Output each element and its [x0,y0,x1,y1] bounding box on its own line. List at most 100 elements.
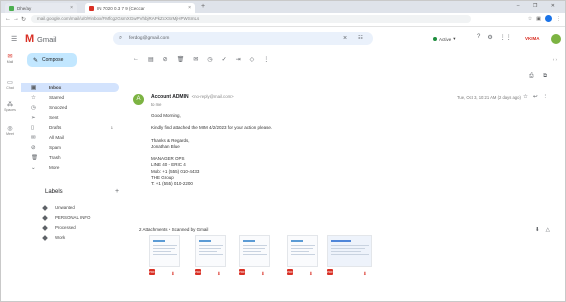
clear-search-icon[interactable]: × [343,35,347,42]
star-icon[interactable]: ☆ [523,94,533,100]
attachments-count: 2 Attachments [139,227,168,232]
snooze-icon[interactable]: ◷ [207,56,212,63]
account-avatar[interactable] [551,34,561,44]
browser-tab-2[interactable]: IN 7020 0.3 7 9 (Ceccar × [85,3,195,13]
move-to-icon[interactable]: ⇥ [236,56,241,63]
search-options-icon[interactable]: ☷ [358,35,363,41]
back-icon[interactable]: ← [5,16,11,22]
profile-icon[interactable] [545,15,552,22]
download-all-icon[interactable]: ⬇ [535,227,546,233]
more-options-icon[interactable]: ⋮ [263,56,269,63]
browser-tab-1[interactable]: Dhe/ay × [5,3,77,13]
attachment-card[interactable]: PDF ⬇ [327,235,372,281]
download-icon[interactable]: ⬇ [309,271,313,277]
sidebar-item-trash[interactable]: 🗑 Trash [21,153,119,162]
archive-icon[interactable]: ▤ [148,56,154,63]
rail-item-meet[interactable]: ◎ Meet [3,125,17,136]
star-icon: ☆ [31,94,36,101]
menu-icon[interactable]: ⋮ [556,16,561,22]
message-date: Tue, Oct 3, 10:21 AM (2 days ago) [457,95,521,100]
compose-button[interactable]: ✎ Compose [27,53,77,67]
meet-icon: ◎ [7,126,13,132]
sidebar-item-snoozed[interactable]: ◷ Snoozed [21,103,119,112]
sidebar-item-inbox[interactable]: ▣ Inbox [21,83,119,92]
extensions-icon[interactable]: ▣ [536,16,541,22]
label-item[interactable]: Work [21,233,119,242]
download-icon[interactable]: ⬇ [261,271,265,277]
window-controls[interactable]: – ❐ ✕ [517,3,561,9]
label-item[interactable]: Unwanted [21,203,119,212]
sidebar-item-starred[interactable]: ☆ Starred [21,93,119,102]
message-view: ← ▤ ⊘ 🗑 ✉ ◷ ✓ ⇥ ◇ ⋮ ‹ › ⎙ ⧉ A Account AD… [127,51,565,301]
drive-icon[interactable]: △ [546,227,556,233]
chevron-down-icon: ▾ [453,36,456,41]
sender-avatar[interactable]: A [133,94,144,105]
pagination-arrows[interactable]: ‹ › [553,57,557,62]
sidebar-item-drafts[interactable]: ▯ Drafts 1 [21,123,119,132]
sidebar-item-more[interactable]: ⌄ More [21,163,119,172]
tab-bar: Dhe/ay × IN 7020 0.3 7 9 (Ceccar × + – ❐… [1,1,565,13]
mark-unread-icon[interactable]: ✉ [193,56,198,63]
attachment-card[interactable]: PDF ⬇ [149,235,180,281]
attachment-card[interactable]: PDF ⬇ [195,235,226,281]
labels-heading: Labels [45,189,63,195]
close-tab-icon[interactable]: × [70,5,73,11]
reply-icon[interactable]: ↩ [533,94,543,100]
trash-icon: 🗑 [31,154,38,161]
sidebar-item-all-mail[interactable]: ✉ All Mail [21,133,119,142]
pdf-icon: PDF [239,269,245,275]
label-item[interactable]: Processed [21,223,119,232]
attachment-card[interactable]: PDF ⬇ [239,235,270,281]
download-icon[interactable]: ⬇ [171,271,175,277]
url-field[interactable]: mail.google.com/mail/u/0/#inbox/FMfcgzGs… [31,15,471,23]
org-brand-logo: VKIMA [525,36,540,41]
search-icon[interactable]: ⌕ [119,35,122,42]
main-menu-icon[interactable]: ☰ [11,35,17,43]
sender-name[interactable]: Account ADMIN [151,94,189,100]
document-thumbnail [195,235,226,267]
browser-toolbar-icons: ☆ ▣ ⋮ [528,15,561,22]
search-bar[interactable]: ⌕ ferdog@gmail.com × ☷ [113,32,373,45]
download-icon[interactable]: ⬇ [363,271,367,277]
chat-icon: ▭ [7,80,13,86]
sidebar-item-spam[interactable]: ⊘ Spam [21,143,119,152]
rail-item-chat[interactable]: ▭ Chat [3,79,17,90]
browser-window: Dhe/ay × IN 7020 0.3 7 9 (Ceccar × + – ❐… [0,0,566,302]
label-name: PERSONAL INFO [55,215,91,220]
gmail-logo-icon[interactable]: M [25,33,34,45]
sidebar-item-sent[interactable]: ➢ Sent [21,113,119,122]
star-icon[interactable]: ☆ [528,16,532,22]
recipient-line[interactable]: to me [151,102,161,107]
gmail-logo-text[interactable]: Gmail [37,35,57,44]
close-tab-icon[interactable]: × [188,5,191,11]
settings-gear-icon[interactable]: ⚙ [487,34,492,41]
reload-icon[interactable]: ↻ [21,16,26,23]
support-icon[interactable]: ? [477,34,480,41]
rail-item-spaces[interactable]: ⁂ Spaces [3,101,17,112]
tab-favicon-icon [89,5,94,11]
mail-icon: ✉ [7,54,13,60]
label-tag-icon [42,214,48,221]
add-task-icon[interactable]: ✓ [222,56,227,63]
back-arrow-icon[interactable]: ← [133,56,139,62]
label-item[interactable]: PERSONAL INFO [21,213,119,222]
delete-icon[interactable]: 🗑 [177,56,185,63]
attachment-card[interactable]: PDF ⬇ [287,235,318,281]
new-tab-icon[interactable]: + [201,3,205,10]
forward-icon[interactable]: → [13,16,19,22]
more-options-icon[interactable]: ⋮ [543,94,554,100]
search-input[interactable]: ferdog@gmail.com [129,36,169,41]
active-dot-icon [433,37,437,41]
status-indicator[interactable]: Active ▾ [433,36,456,42]
label-icon[interactable]: ◇ [250,56,255,63]
add-label-icon[interactable]: + [115,188,119,195]
apps-grid-icon[interactable]: ⋮⋮ [500,34,512,41]
message-actions: ☆↩⋮ [523,94,553,100]
rail-item-mail[interactable]: ✉ Mail [3,53,17,64]
download-icon[interactable]: ⬇ [217,271,221,277]
inbox-icon: ▣ [31,84,37,91]
print-icon[interactable]: ⎙ ⧉ [529,73,551,80]
sidebar-item-label: Inbox [49,85,62,90]
status-label: Active [439,36,452,42]
report-spam-icon[interactable]: ⊘ [163,56,168,63]
